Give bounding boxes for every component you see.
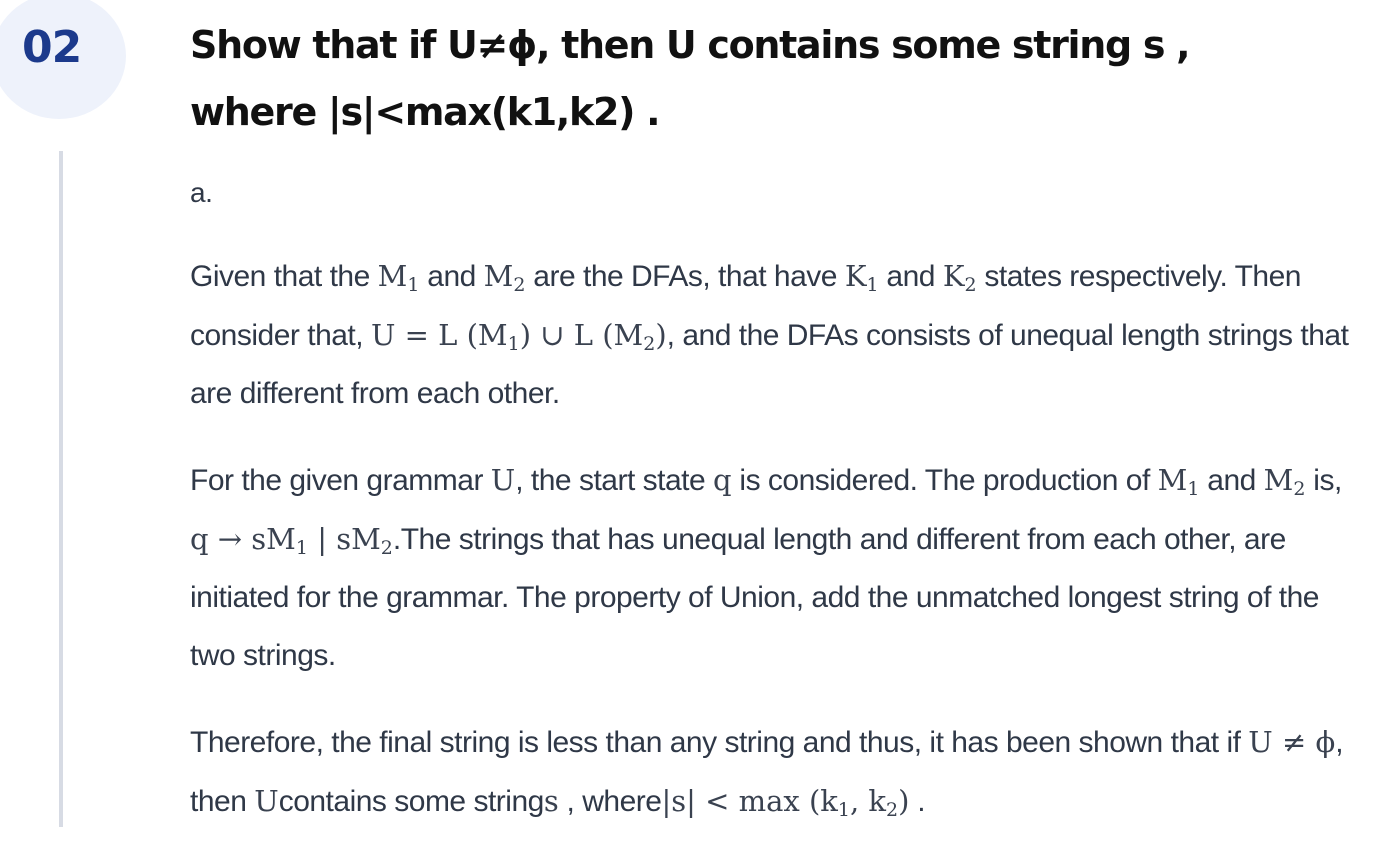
text: . [909,785,926,818]
solution-divider [59,151,63,827]
math-u: U [254,784,279,818]
math-production-rule: q → sM1 | sM2 [190,522,393,559]
solution-paragraph-3: Therefore, the final string is less than… [190,713,1360,831]
text: , where [558,785,662,818]
math-k1: K1 [844,259,879,296]
text: Given that the [190,260,378,293]
question-heading: Show that if U≠ϕ, then U contains some s… [190,12,1350,146]
text: contains some string [278,785,545,818]
text: , the start state [515,464,713,497]
math-m2: M2 [483,259,526,296]
text: and [419,260,484,293]
math-m1: M1 [377,259,420,296]
step-number: 02 [22,22,82,73]
text: is considered. The production of [731,464,1158,497]
text: For the given grammar [190,464,491,497]
text: and [878,260,943,293]
math-k2: K2 [942,259,977,296]
solution-body: a. Given that the M1 and M2 are the DFAs… [190,164,1360,831]
step-badge: 02 [0,0,126,119]
text: and [1199,464,1264,497]
math-u: U [490,463,516,497]
text: are the DFAs, that have [525,260,845,293]
math-s: s [543,784,559,818]
math-m2: M2 [1263,463,1306,500]
question-line-2: where |s|<max(k1,k2) . [190,90,661,134]
math-u-not-empty: U ≠ ϕ [1248,725,1336,759]
math-m1: M1 [1157,463,1200,500]
solution-paragraph-2: For the given grammar U, the start state… [190,451,1360,685]
math-union-expression: U = L (M1) ∪ L (M2) [370,318,667,355]
solution-paragraph-1: Given that the M1 and M2 are the DFAs, t… [190,247,1360,423]
math-length-bound: |s| < max (k1, k2) [661,784,910,821]
text: Therefore, the final string is less than… [190,726,1249,759]
part-label: a. [190,177,213,208]
text: is, [1305,464,1342,497]
question-line-1: Show that if U≠ϕ, then U contains some s… [190,23,1191,67]
math-q: q [713,463,732,497]
